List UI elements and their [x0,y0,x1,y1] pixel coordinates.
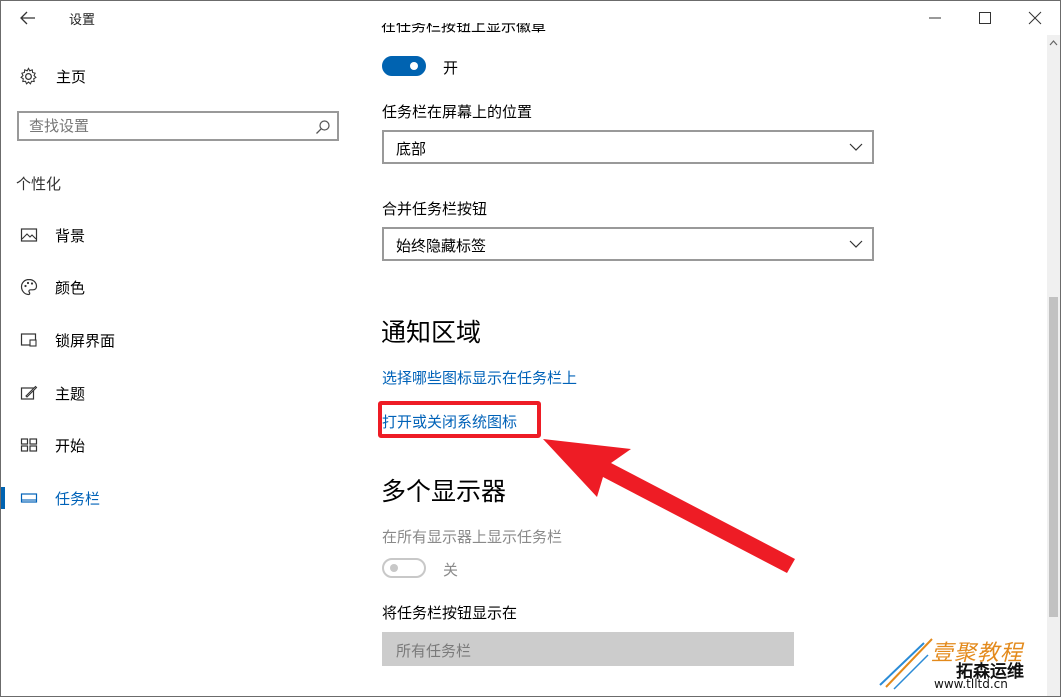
taskbar-icon [20,493,38,503]
vertical-scrollbar[interactable] [1047,35,1060,696]
section-label-personalization: 个性化 [16,175,62,193]
sidebar-item-label: 开始 [55,437,86,455]
chevron-down-icon [849,143,863,151]
badge-setting-label: 在任务栏按钮上显示徽章 [381,23,547,35]
sidebar-item-label: 颜色 [55,279,86,297]
show-all-displays-state: 关 [443,561,459,579]
sidebar-item-label: 主页 [56,67,87,86]
search-box[interactable] [17,111,339,141]
back-arrow-icon [20,11,35,25]
lock-screen-icon [20,333,37,347]
show-all-displays-toggle[interactable] [382,558,426,578]
chevron-down-icon [849,240,863,248]
back-button[interactable] [15,7,41,29]
pen-strokes-icon [879,638,933,690]
taskbar-position-label: 任务栏在屏幕上的位置 [382,103,533,121]
sidebar-item-background[interactable]: 背景 [1,219,341,251]
search-input[interactable] [29,117,309,135]
show-buttons-on-value: 所有任务栏 [396,642,472,660]
gear-icon [20,66,37,85]
watermark: 壹聚教程 拓森运维 www.tlltd.cn [876,625,1056,695]
combine-buttons-select[interactable]: 始终隐藏标签 [382,227,874,261]
sidebar-item-home[interactable]: 主页 [19,63,86,89]
badge-toggle[interactable] [382,56,426,76]
multiple-displays-heading: 多个显示器 [381,477,507,506]
sidebar-item-label: 锁屏界面 [55,332,116,350]
sidebar-item-label: 任务栏 [55,490,101,508]
scroll-up-icon[interactable] [1049,39,1058,47]
highlight-box [378,401,541,438]
show-buttons-on-select[interactable]: 所有任务栏 [382,632,794,666]
badge-toggle-state: 开 [443,59,459,77]
settings-window: 设置 主页 查找设置 个性化 背景 颜色 锁屏界面 主题 开始 任务栏 在任务栏… [0,0,1061,697]
notification-area-heading: 通知区域 [381,318,482,347]
select-taskbar-icons-link[interactable]: 选择哪些图标显示在任务栏上 [382,367,577,388]
taskbar-position-select[interactable]: 底部 [382,130,874,164]
show-buttons-on-label: 将任务栏按钮显示在 [382,604,518,622]
search-button[interactable] [315,119,331,139]
sidebar-item-themes[interactable]: 主题 [1,377,341,409]
toggle-knob [390,564,398,572]
main-content: 在任务栏按钮上显示徽章 开 任务栏在屏幕上的位置 底部 合并任务栏按钮 始终隐藏… [361,1,1047,696]
annotation-arrow [543,439,795,573]
sidebar-item-label: 背景 [55,227,86,245]
window-title: 设置 [69,13,96,28]
start-icon [20,438,38,452]
theme-icon [20,385,38,400]
toggle-knob [410,62,418,70]
sidebar-item-lock-screen[interactable]: 锁屏界面 [1,324,341,356]
sidebar: 主页 个性化 背景 [1,35,361,696]
show-all-displays-label: 在所有显示器上显示任务栏 [382,528,563,546]
palette-icon [20,278,38,296]
sidebar-item-colors[interactable]: 颜色 [1,271,341,303]
sidebar-item-taskbar[interactable]: 任务栏 [1,482,341,514]
watermark-url: www.tlltd.cn [934,677,1008,691]
search-icon [316,120,330,134]
picture-icon [20,228,38,242]
sidebar-item-label: 主题 [55,385,86,403]
sidebar-item-start[interactable]: 开始 [1,429,341,461]
combine-buttons-value: 始终隐藏标签 [396,237,487,255]
taskbar-position-value: 底部 [396,140,427,158]
combine-buttons-label: 合并任务栏按钮 [382,200,488,218]
scroll-thumb[interactable] [1049,297,1058,617]
